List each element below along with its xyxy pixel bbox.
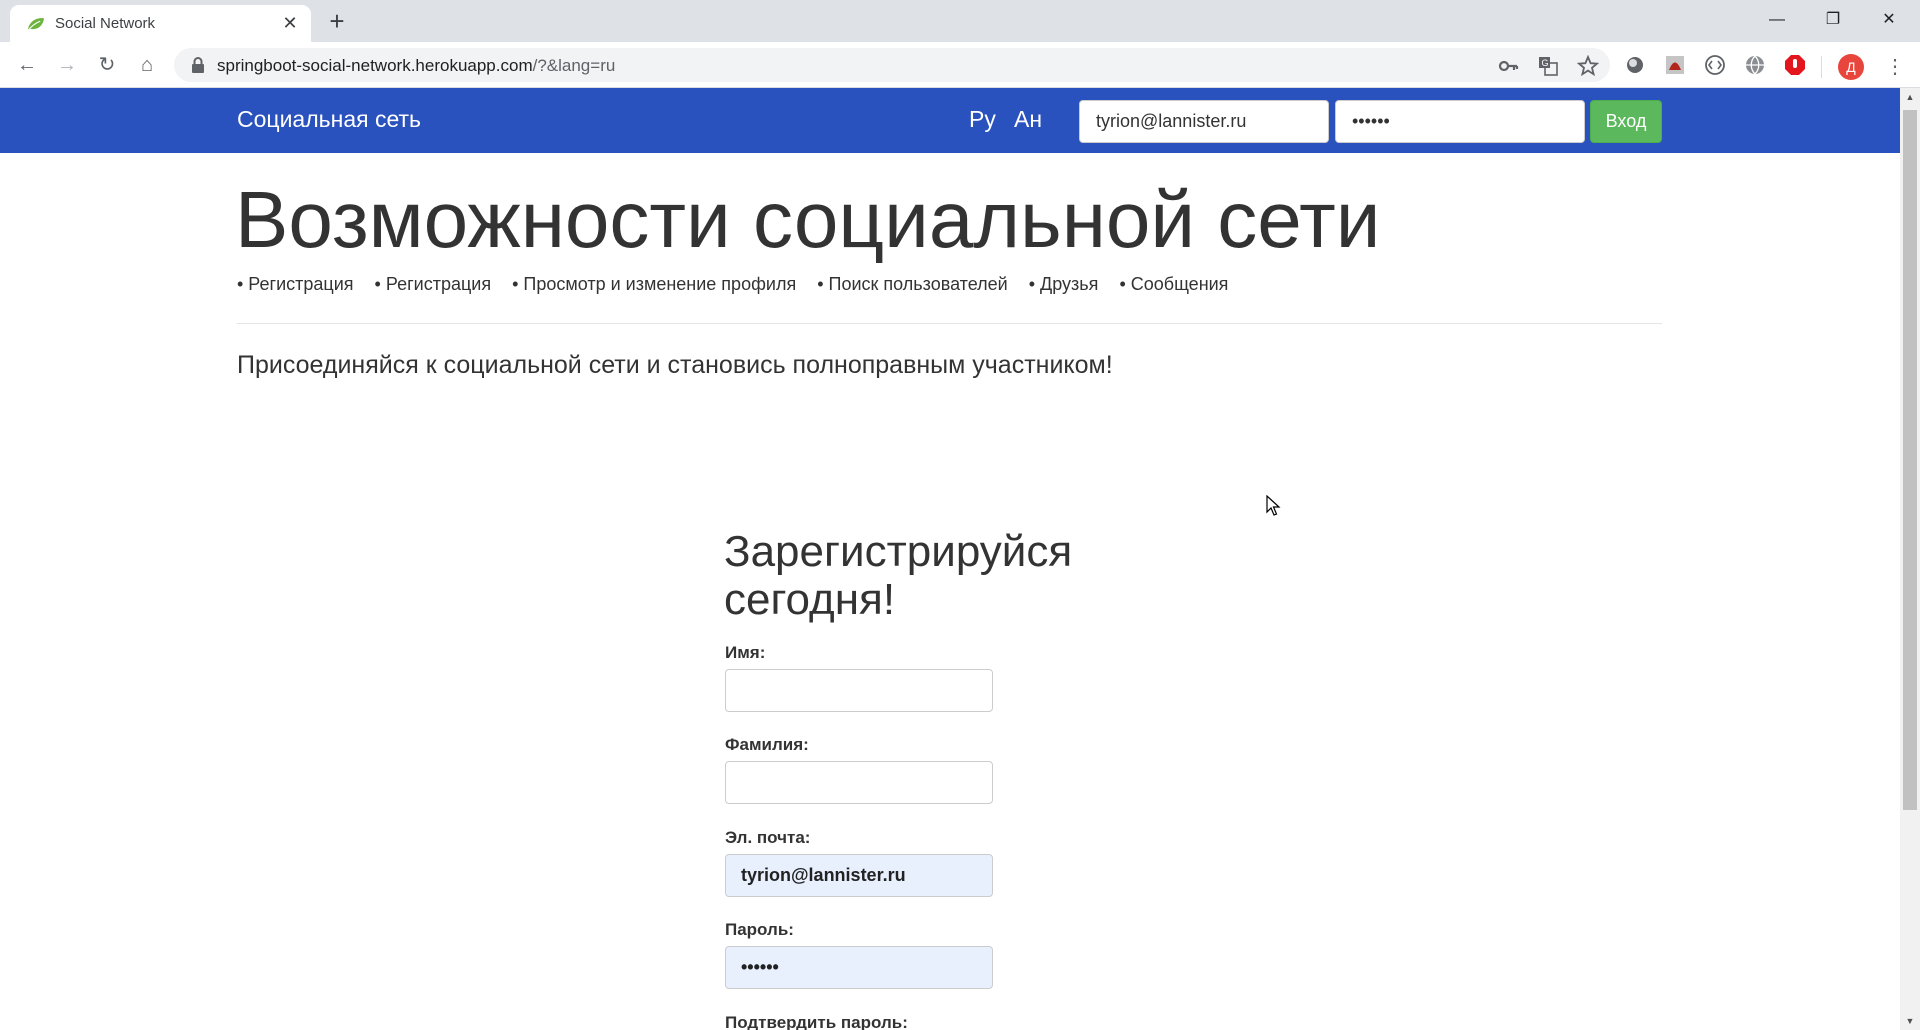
feature-item: • Поиск пользователей — [817, 274, 1008, 294]
navbar-email-input[interactable]: tyrion@lannister.ru — [1079, 100, 1329, 143]
last-name-label: Фамилия: — [725, 735, 809, 754]
page-viewport: Социальная сеть Ру Ан tyrion@lannister.r… — [0, 88, 1900, 1030]
key-icon[interactable] — [1497, 55, 1519, 77]
email-label: Эл. почта: — [725, 828, 811, 847]
first-name-field[interactable] — [725, 669, 993, 712]
divider — [237, 323, 1662, 324]
lock-icon — [192, 57, 204, 73]
browser-toolbar: ← → ↻ ⌂ springboot-social-network.heroku… — [0, 42, 1920, 88]
features-list: • Регистрация • Регистрация • Просмотр и… — [237, 274, 1244, 295]
tab-close-icon[interactable]: ✕ — [280, 13, 300, 33]
browser-menu-icon[interactable]: ⋮ — [1880, 52, 1910, 82]
navbar-password-input[interactable]: •••••• — [1335, 100, 1585, 143]
home-button[interactable]: ⌂ — [132, 50, 162, 80]
restore-button[interactable]: ❐ — [1806, 0, 1860, 40]
url-text: springboot-social-network.herokuapp.com/… — [217, 56, 615, 76]
feature-item: • Сообщения — [1119, 274, 1229, 294]
lang-ru-link[interactable]: Ру — [969, 106, 996, 133]
svg-text:G: G — [1542, 58, 1549, 68]
password-field[interactable]: •••••• — [725, 946, 993, 989]
reload-button[interactable]: ↻ — [92, 50, 122, 80]
close-window-button[interactable]: ✕ — [1862, 0, 1916, 40]
tab-title: Social Network — [55, 15, 156, 32]
feature-item: • Друзья — [1028, 274, 1099, 294]
scroll-down-icon[interactable]: ▼ — [1900, 1012, 1920, 1030]
confirm-password-label: Подтвердить пароль: — [725, 1013, 908, 1030]
globe-icon[interactable] — [1744, 54, 1766, 76]
lang-en-link[interactable]: Ан — [1014, 106, 1042, 133]
page-title: Возможности социальной сети — [235, 175, 1381, 264]
last-name-field[interactable] — [725, 761, 993, 804]
first-name-label: Имя: — [725, 643, 766, 662]
feature-item: • Регистрация — [374, 274, 492, 294]
browser-tab[interactable]: Social Network ✕ — [10, 5, 311, 42]
password-label: Пароль: — [725, 920, 794, 939]
profile-avatar[interactable]: Д — [1838, 54, 1864, 80]
back-button[interactable]: ← — [12, 50, 42, 80]
code-icon[interactable] — [1704, 54, 1726, 76]
page-scrollbar[interactable]: ▲ ▼ — [1900, 88, 1920, 1030]
scroll-thumb[interactable] — [1903, 110, 1917, 810]
address-bar[interactable]: springboot-social-network.herokuapp.com/… — [174, 48, 1610, 82]
site-brand[interactable]: Социальная сеть — [237, 106, 421, 133]
url-path: /?&lang=ru — [532, 56, 616, 75]
url-host: springboot-social-network.herokuapp.com — [217, 56, 533, 75]
forward-button[interactable]: → — [52, 50, 82, 80]
mouse-cursor-icon — [1266, 495, 1281, 516]
register-title: Зарегистрируйся сегодня! — [724, 527, 1073, 624]
site-navbar: Социальная сеть Ру Ан tyrion@lannister.r… — [0, 88, 1900, 153]
new-tab-button[interactable]: + — [322, 6, 352, 36]
star-icon[interactable] — [1577, 55, 1599, 77]
lead-text: Присоединяйся к социальной сети и станов… — [237, 351, 1113, 379]
translate-icon[interactable]: G — [1537, 55, 1559, 77]
email-field[interactable]: tyrion@lannister.ru — [725, 854, 993, 897]
adblock-icon[interactable] — [1784, 54, 1806, 76]
feature-item: • Просмотр и изменение профиля — [512, 274, 797, 294]
browser-tabstrip: Social Network ✕ + — ❐ ✕ — [0, 0, 1920, 42]
minimize-button[interactable]: — — [1750, 0, 1804, 40]
leaf-icon — [27, 18, 45, 32]
feature-item: • Регистрация — [237, 274, 354, 294]
pdf-icon[interactable] — [1664, 54, 1686, 76]
extension-icon[interactable] — [1624, 54, 1646, 76]
scroll-up-icon[interactable]: ▲ — [1900, 88, 1920, 106]
toolbar-divider — [1821, 56, 1822, 78]
login-button[interactable]: Вход — [1590, 100, 1662, 143]
